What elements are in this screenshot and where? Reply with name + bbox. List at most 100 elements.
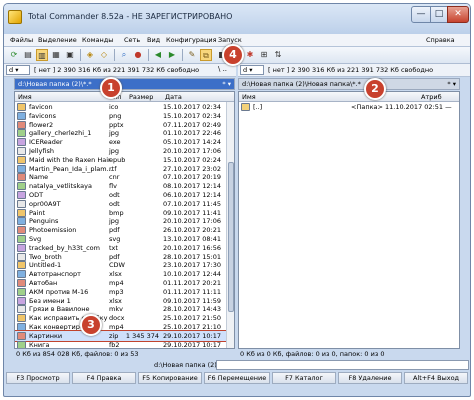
right-path: d:\Новая папка (2)\Новая папка\*.* (242, 80, 361, 88)
file-type: pptx (109, 120, 124, 129)
copy-names-icon[interactable]: ⧉ (200, 49, 212, 61)
file-date: 15.10.2017 02:34 (163, 111, 222, 120)
brief-view-icon[interactable]: ▤ (22, 49, 34, 61)
file-icon (17, 252, 26, 261)
file-type: CDW (109, 261, 125, 270)
minimize-button[interactable]: — (411, 6, 431, 23)
file-name: Jellyfish (29, 147, 54, 155)
title-bar[interactable]: Total Commander 8.52a - НЕ ЗАРЕГИСТРИРОВ… (4, 4, 470, 34)
file-icon (17, 305, 26, 314)
column-name[interactable]: Имя (242, 93, 256, 101)
close-button[interactable]: ✕ (447, 6, 469, 23)
file-type: pdf (109, 252, 120, 261)
file-date: 28.10.2017 15:01 (163, 252, 222, 261)
menu-files[interactable]: Файлы (10, 36, 33, 44)
column-name[interactable]: Имя (18, 93, 32, 101)
file-date: 20.10.2017 17:06 (163, 147, 222, 155)
tree-view-icon[interactable]: ▦ (50, 49, 62, 61)
file-name: favicons (29, 111, 56, 120)
file-icon (17, 323, 26, 331)
file-type: docx (109, 314, 125, 323)
f5-copy-button[interactable]: F5 Копирование (138, 372, 202, 384)
left-file-panel[interactable]: Имя Тип Размер Дата favicon ico 15.10.2017… (14, 91, 235, 349)
file-type: txt (109, 243, 118, 252)
find-icon[interactable]: ⌕ (118, 49, 130, 61)
file-type: mp4 (109, 323, 124, 331)
left-scroll-thumb[interactable] (228, 162, 234, 312)
notepad-icon[interactable]: ✎ (186, 49, 198, 61)
toolbar-separator (148, 49, 149, 61)
file-name: Untitled-1 (29, 261, 62, 270)
file-date: 27.10.2017 23:02 (163, 164, 222, 173)
delete-icon[interactable]: ✱ (244, 49, 256, 61)
file-name: Penguins (29, 217, 59, 226)
column-attributes[interactable]: Атриб (421, 93, 442, 101)
callout-badge-1: 1 (100, 77, 122, 99)
file-icon (17, 270, 26, 279)
left-path-bar[interactable]: d:\Новая папка (2)\*.* * ▾ (14, 78, 235, 90)
menu-configuration[interactable]: Конфигурация (166, 36, 217, 44)
menu-network[interactable]: Сеть (124, 36, 140, 44)
file-row[interactable]: Книга fb2 29.10.2017 10:17 (15, 340, 227, 349)
right-column-header: Имя Атриб (239, 92, 459, 102)
left-drive-nav[interactable]: \ .. (218, 65, 227, 73)
file-date: 26.10.2017 20:21 (163, 226, 222, 235)
file-name: opr00A9T (29, 199, 61, 208)
file-type: mkv (109, 305, 123, 314)
file-name: Картинки (29, 331, 63, 340)
command-line: d:\Новая папка (2)> (4, 360, 470, 370)
file-icon (17, 199, 26, 208)
ftp-icon[interactable]: ● (132, 49, 144, 61)
toolbar-separator (80, 49, 81, 61)
f4-edit-button[interactable]: F4 Правка (72, 372, 136, 384)
split-icon[interactable]: ⊞ (258, 49, 270, 61)
sync-icon[interactable]: ⇅ (272, 49, 284, 61)
f8-delete-button[interactable]: F8 Удаление (338, 372, 402, 384)
up-dir-row[interactable]: [..] <Папка> 11.10.2017 02:51 — (239, 102, 459, 112)
pack-icon[interactable]: ◈ (84, 49, 96, 61)
right-path-bar[interactable]: d:\Новая папка (2)\Новая папка\*.* * ▾ (238, 78, 460, 90)
alt-f4-exit-button[interactable]: Alt+F4 Выход (404, 372, 468, 384)
menu-selection[interactable]: Выделение (38, 36, 77, 44)
f7-mkdir-button[interactable]: F7 Каталог (272, 372, 336, 384)
file-icon (17, 103, 26, 111)
file-type: svg (109, 235, 121, 243)
column-date[interactable]: Дата (165, 93, 182, 101)
file-name: Martin_Pean_Ida_i_plam... (29, 164, 113, 173)
right-file-panel[interactable]: Имя Атриб [..] <Папка> 11.10.2017 02:51 … (238, 91, 460, 349)
command-input[interactable] (216, 360, 469, 370)
file-name: Книга (29, 340, 50, 349)
right-drive-dropdown[interactable]: d ▾ (240, 65, 264, 75)
f3-view-button[interactable]: F3 Просмотр (6, 372, 70, 384)
file-date: 25.10.2017 21:50 (163, 314, 222, 323)
unpack-icon[interactable]: ◇ (98, 49, 110, 61)
right-status: 0 Кб из 0 Кб, файлов: 0 из 0, папок: 0 и… (240, 350, 385, 358)
file-name: gallery_cherlezhi_1 (29, 129, 92, 138)
file-date: 09.10.2017 11:41 (163, 208, 222, 217)
back-icon[interactable]: ◀ (152, 49, 164, 61)
menu-help[interactable]: Справка (426, 36, 455, 44)
maximize-button[interactable]: □ (430, 6, 448, 23)
file-type: odt (109, 199, 120, 208)
full-view-icon[interactable]: ▥ (36, 49, 48, 61)
forward-icon[interactable]: ▶ (166, 49, 178, 61)
menu-view[interactable]: Вид (147, 36, 160, 44)
thumbnails-icon[interactable]: ▣ (64, 49, 76, 61)
file-type: fb2 (109, 340, 120, 349)
refresh-icon[interactable]: ⟳ (8, 49, 20, 61)
file-icon (17, 129, 26, 138)
callout-badge-2: 2 (364, 78, 386, 100)
file-icon (17, 331, 26, 340)
right-path-buttons[interactable]: * ▾ (447, 80, 456, 88)
file-type: ico (109, 103, 119, 111)
menu-commands[interactable]: Команды (82, 36, 113, 44)
f6-move-button[interactable]: F6 Перемещение (204, 372, 270, 384)
left-drive-dropdown[interactable]: d ▾ (6, 65, 30, 75)
left-path-buttons[interactable]: * ▾ (222, 80, 231, 88)
column-size[interactable]: Размер (129, 93, 153, 101)
file-name: favicon (29, 103, 53, 111)
menu-launch[interactable]: Запуск (218, 36, 242, 44)
left-scrollbar[interactable] (226, 102, 234, 348)
file-date: 01.11.2017 20:21 (163, 279, 222, 287)
file-name: Photoemission (29, 226, 77, 235)
